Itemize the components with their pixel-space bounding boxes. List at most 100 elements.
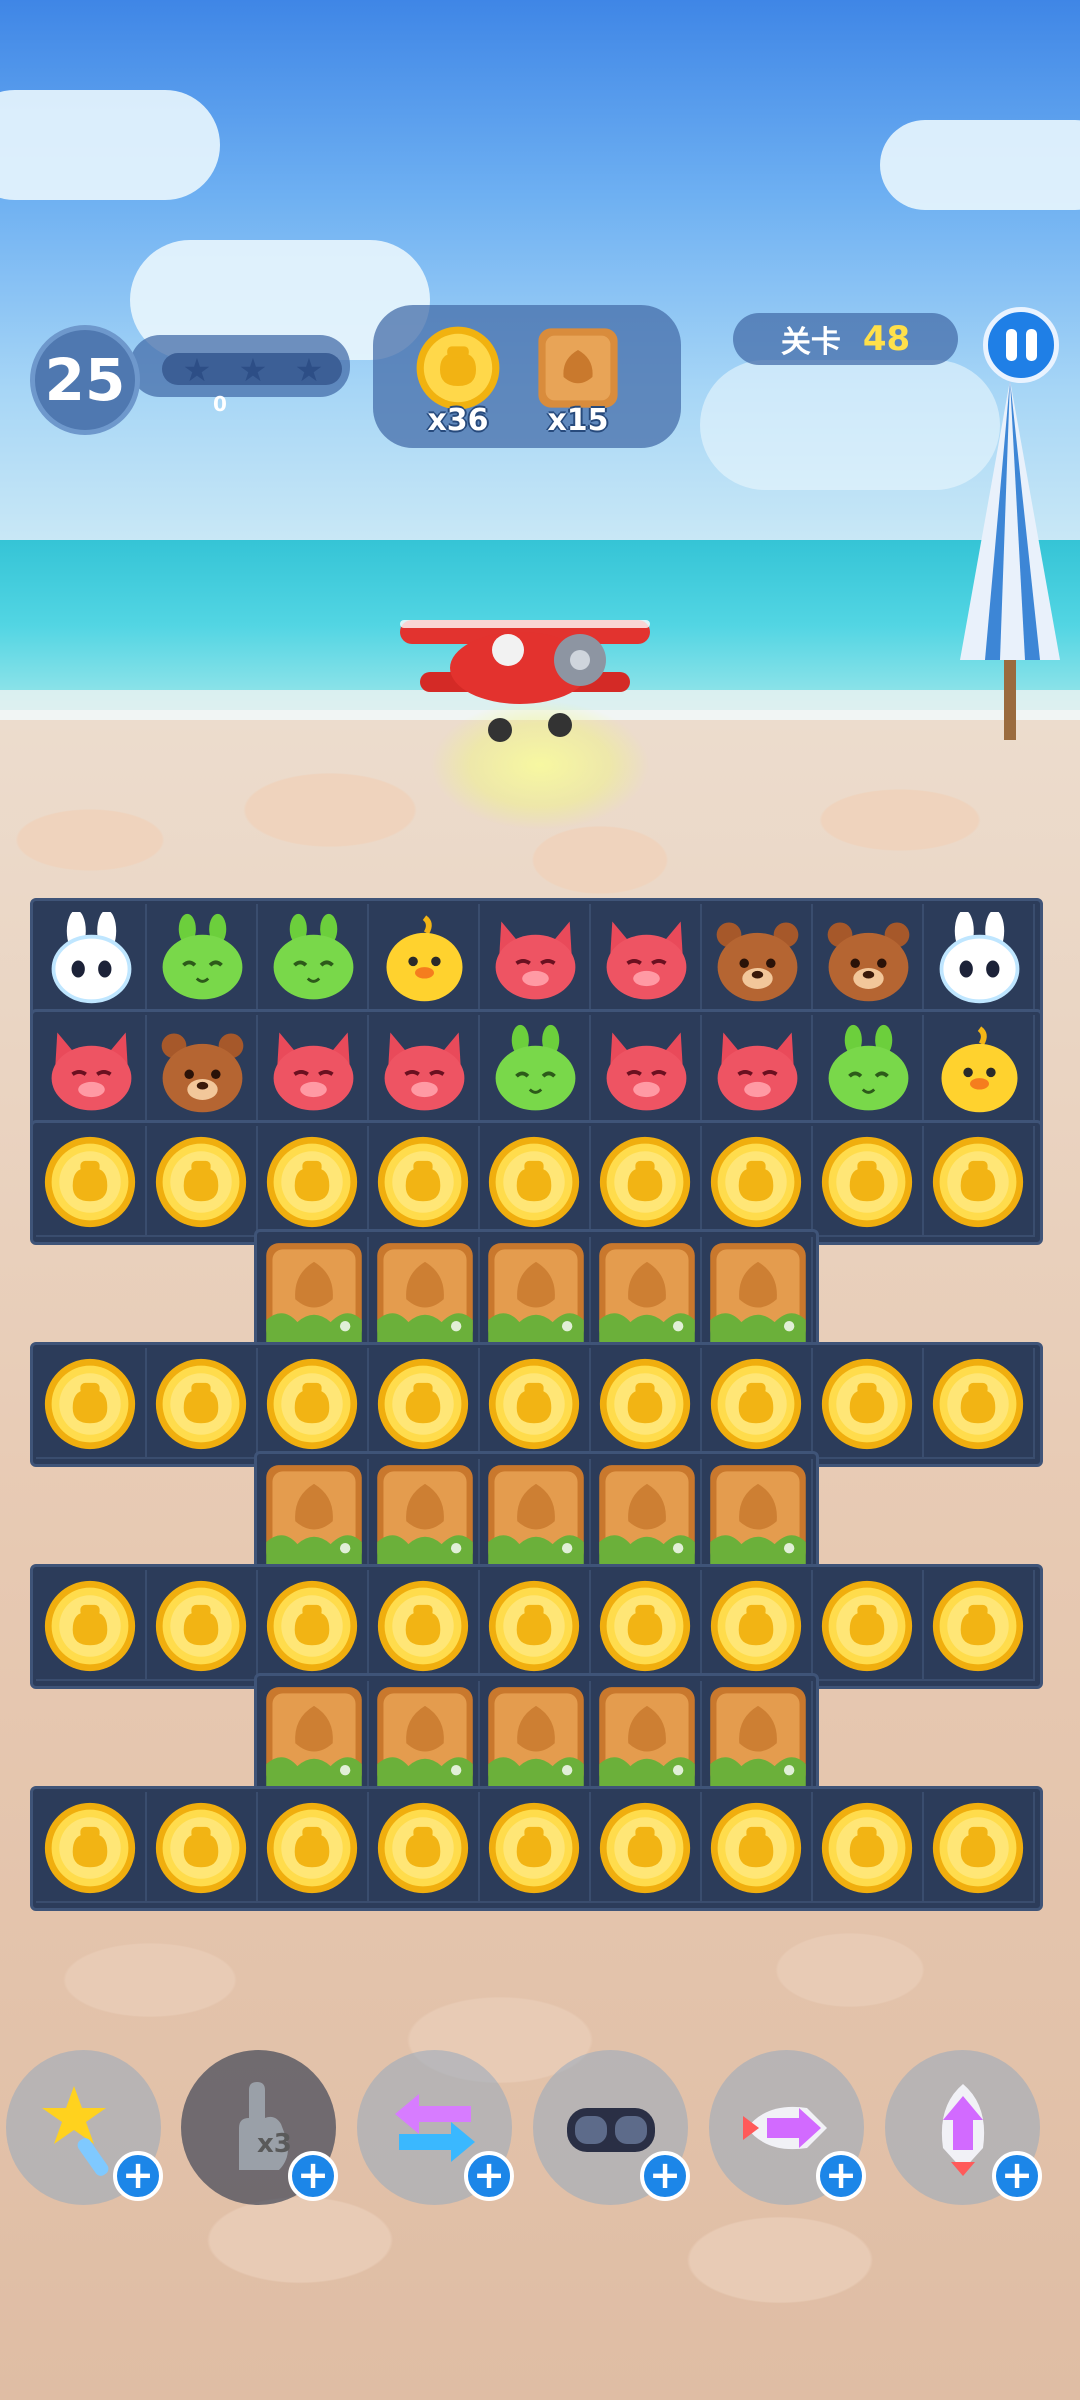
add-booster-button[interactable]: +	[113, 2151, 163, 2201]
board-cell[interactable]	[924, 1570, 1035, 1681]
board-cell[interactable]	[147, 1126, 258, 1237]
bear-icon	[155, 1023, 250, 1118]
board-cell[interactable]	[258, 1348, 369, 1459]
magic-wand-booster-button[interactable]: +	[6, 2050, 163, 2205]
board-cell[interactable]	[369, 1015, 480, 1126]
board-cell[interactable]	[36, 1348, 147, 1459]
coin-icon	[153, 1134, 249, 1230]
board-cell[interactable]	[147, 904, 258, 1015]
board-cell[interactable]	[591, 1570, 702, 1681]
board-cell[interactable]	[480, 1237, 591, 1348]
coin-icon	[264, 1578, 360, 1674]
board-cell[interactable]	[924, 1015, 1035, 1126]
add-booster-button[interactable]: +	[992, 2151, 1042, 2201]
glove-x3-booster-button[interactable]: x3 +	[181, 2050, 338, 2205]
board-cell[interactable]	[36, 1792, 147, 1903]
goal-crate: x15	[533, 323, 623, 438]
goggles-booster-button[interactable]: +	[533, 2050, 690, 2205]
board-cell[interactable]	[591, 1126, 702, 1237]
board-cell[interactable]	[480, 1792, 591, 1903]
star-icon: ★	[182, 351, 212, 389]
coin-icon	[930, 1800, 1026, 1896]
board-cell[interactable]	[924, 1792, 1035, 1903]
add-booster-button[interactable]: +	[640, 2151, 690, 2201]
board-cell[interactable]	[924, 1348, 1035, 1459]
board-cell[interactable]	[480, 1681, 591, 1792]
board-cell[interactable]	[813, 1570, 924, 1681]
board-cell[interactable]	[258, 1459, 369, 1570]
board-cell[interactable]	[36, 1015, 147, 1126]
board-cell[interactable]	[591, 1792, 702, 1903]
board-cell[interactable]	[480, 1459, 591, 1570]
board-cell[interactable]	[36, 1570, 147, 1681]
board-cell[interactable]	[591, 1681, 702, 1792]
board-cell[interactable]	[480, 1015, 591, 1126]
add-booster-button[interactable]: +	[816, 2151, 866, 2201]
board-cell[interactable]	[480, 904, 591, 1015]
moves-counter: ★ ★ ★ 25	[30, 325, 350, 435]
coin-icon	[375, 1356, 471, 1452]
add-booster-button[interactable]: +	[288, 2151, 338, 2201]
fox-icon	[488, 912, 583, 1007]
board-cell[interactable]	[702, 1681, 813, 1792]
sky-background	[0, 0, 1080, 560]
swap-arrows-booster-button[interactable]: +	[357, 2050, 514, 2205]
level-number: 48	[862, 319, 911, 359]
coin-icon	[264, 1356, 360, 1452]
board-cell[interactable]	[813, 1348, 924, 1459]
board-cell[interactable]	[480, 1348, 591, 1459]
board-cell[interactable]	[591, 1459, 702, 1570]
board-cell[interactable]	[813, 1015, 924, 1126]
board-cell[interactable]	[480, 1570, 591, 1681]
board-cell[interactable]	[369, 1126, 480, 1237]
board-cell[interactable]	[924, 1126, 1035, 1237]
board-cell[interactable]	[591, 904, 702, 1015]
board-cell[interactable]	[369, 1459, 480, 1570]
board-cell[interactable]	[813, 1792, 924, 1903]
board-cell[interactable]	[147, 1348, 258, 1459]
board-cell[interactable]	[258, 904, 369, 1015]
board-cell[interactable]	[813, 1126, 924, 1237]
board-cell[interactable]	[369, 1237, 480, 1348]
board-cell[interactable]	[369, 904, 480, 1015]
board-cell[interactable]	[36, 1126, 147, 1237]
coin-icon	[708, 1356, 804, 1452]
board-cell[interactable]	[702, 1459, 813, 1570]
board-cell[interactable]	[36, 904, 147, 1015]
board-cell[interactable]	[258, 1237, 369, 1348]
board-cell[interactable]	[258, 1126, 369, 1237]
board-cell[interactable]	[147, 1015, 258, 1126]
board-cell[interactable]	[147, 1792, 258, 1903]
board-cell[interactable]	[702, 904, 813, 1015]
board-cell[interactable]	[702, 1126, 813, 1237]
board-cell[interactable]	[702, 1348, 813, 1459]
coin-icon	[153, 1578, 249, 1674]
board-cell[interactable]	[369, 1348, 480, 1459]
board-cell[interactable]	[924, 904, 1035, 1015]
board-cell[interactable]	[702, 1015, 813, 1126]
crate-icon	[262, 1461, 366, 1569]
board-cell[interactable]	[702, 1792, 813, 1903]
add-booster-button[interactable]: +	[464, 2151, 514, 2201]
board-cell[interactable]	[591, 1237, 702, 1348]
board-cell[interactable]	[258, 1015, 369, 1126]
star-progress-bar: ★ ★ ★	[162, 351, 342, 389]
board-cell[interactable]	[369, 1792, 480, 1903]
board-cell[interactable]	[480, 1126, 591, 1237]
fox-icon	[44, 1023, 139, 1118]
board-cell[interactable]	[258, 1792, 369, 1903]
board-cell[interactable]	[591, 1015, 702, 1126]
board-cell[interactable]	[369, 1681, 480, 1792]
board-cell[interactable]	[369, 1570, 480, 1681]
board-cell[interactable]	[702, 1237, 813, 1348]
board-cell[interactable]	[591, 1348, 702, 1459]
board-cell[interactable]	[258, 1681, 369, 1792]
pause-button[interactable]	[983, 307, 1059, 383]
board-cell[interactable]	[147, 1570, 258, 1681]
vertical-rocket-booster-button[interactable]: +	[885, 2050, 1042, 2205]
board-cell[interactable]	[258, 1570, 369, 1681]
board-cell[interactable]	[702, 1570, 813, 1681]
crate-icon	[706, 1683, 810, 1791]
board-cell[interactable]	[813, 904, 924, 1015]
horizontal-rocket-booster-button[interactable]: +	[709, 2050, 866, 2205]
